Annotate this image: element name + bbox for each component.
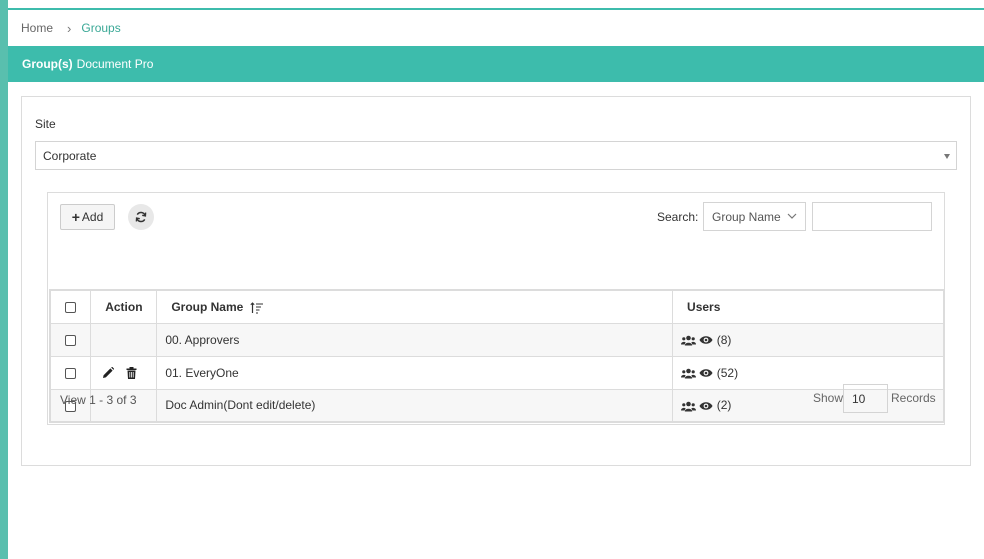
row-select-cell: [49, 322, 92, 357]
row-group-name: Doc Admin(Dont edit/delete): [156, 388, 674, 423]
refresh-icon: [135, 211, 147, 223]
breadcrumb-home[interactable]: Home: [21, 21, 53, 35]
users-icon: [681, 335, 697, 346]
site-select[interactable]: Corporate: [35, 141, 957, 170]
plus-icon: +: [71, 209, 80, 225]
site-select-value: Corporate: [43, 148, 97, 163]
left-accent-stripe: [0, 0, 8, 559]
chevron-down-icon: [787, 213, 797, 219]
eye-icon[interactable]: [699, 335, 713, 345]
row-users-count[interactable]: (8): [717, 333, 732, 347]
sort-icon[interactable]: [250, 301, 264, 314]
page-size-label: Show: [813, 391, 844, 405]
row-users-cell: (8): [672, 322, 945, 357]
row-users-count[interactable]: (52): [717, 366, 738, 380]
table-header-row: Action Group Name Users: [49, 289, 945, 324]
eye-icon[interactable]: [699, 401, 713, 411]
users-icon: [681, 368, 697, 379]
row-users-cell: (52): [672, 355, 945, 390]
page-title-text: Document Pro: [76, 57, 154, 71]
page-size-value: 10: [852, 391, 866, 406]
main-panel: Site Corporate + Add Search: Group Name: [21, 96, 971, 466]
page-size-input[interactable]: 10: [843, 384, 888, 413]
page-title-bold: Group(s): [22, 57, 73, 71]
row-action-cell: [90, 322, 158, 357]
table-row[interactable]: Doc Admin(Dont edit/delete) (2): [49, 388, 945, 423]
row-group-name: 01. EveryOne: [156, 355, 674, 390]
breadcrumb-groups[interactable]: Groups: [81, 21, 120, 35]
column-header-action: Action: [90, 289, 158, 324]
site-label: Site: [35, 117, 56, 131]
row-action-cell: [90, 355, 158, 390]
row-group-name: 00. Approvers: [156, 322, 674, 357]
groups-table: Action Group Name Users 00. Approvers (8…: [49, 289, 945, 423]
pager-info: View 1 - 3 of 3: [60, 393, 137, 407]
edit-icon[interactable]: [102, 367, 115, 379]
trash-icon[interactable]: [126, 367, 137, 380]
groups-grid: + Add Search: Group Name Action Group Na…: [47, 192, 945, 425]
select-all-cell: [49, 289, 92, 324]
column-header-group-name-label: Group Name: [171, 299, 244, 314]
column-header-users: Users: [672, 289, 945, 324]
refresh-button[interactable]: [128, 204, 154, 230]
column-header-group-name[interactable]: Group Name: [156, 289, 674, 324]
caret-down-icon: [944, 154, 950, 159]
search-label: Search:: [657, 210, 699, 224]
select-all-checkbox[interactable]: [65, 302, 77, 314]
users-icon: [681, 401, 697, 412]
search-field-select[interactable]: Group Name: [703, 202, 806, 231]
page-title-bar: Group(s) Document Pro: [8, 46, 984, 82]
row-users-count[interactable]: (2): [717, 398, 732, 412]
records-label: Records: [891, 391, 936, 405]
search-input[interactable]: [812, 202, 932, 231]
add-button[interactable]: + Add: [60, 204, 115, 230]
table-row[interactable]: 01. EveryOne (52): [49, 355, 945, 390]
breadcrumb-separator-icon: ›: [67, 20, 72, 36]
row-checkbox[interactable]: [65, 334, 77, 346]
breadcrumb: Home › Groups: [8, 10, 984, 46]
row-select-cell: [49, 355, 92, 390]
search-field-value: Group Name: [712, 209, 781, 224]
add-button-label: Add: [81, 210, 104, 224]
row-checkbox[interactable]: [65, 367, 77, 379]
table-row[interactable]: 00. Approvers (8): [49, 322, 945, 357]
eye-icon[interactable]: [699, 368, 713, 378]
